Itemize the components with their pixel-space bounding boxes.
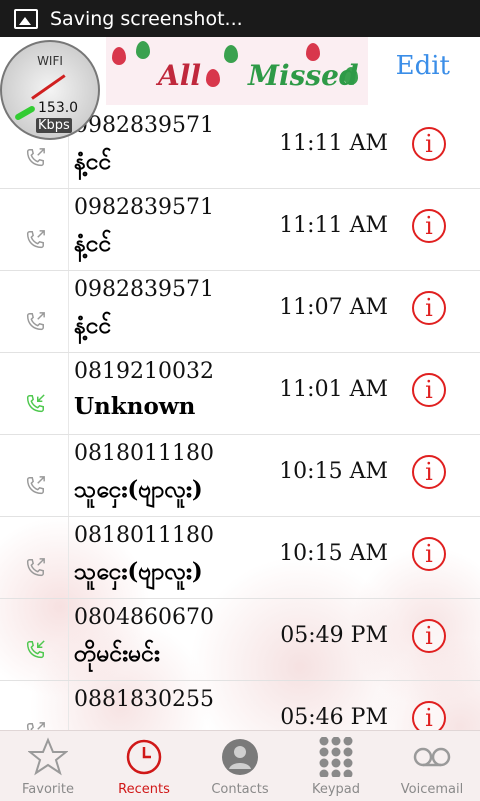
tab-favorite[interactable]: Favorite [0,731,96,801]
tab-contacts[interactable]: Contacts [192,731,288,801]
call-number: 0982839571 [74,277,214,302]
tab-label: Recents [118,782,170,797]
missed-call-icon [24,311,46,333]
incoming-call-icon [24,393,46,415]
banner: All Missed [106,37,368,105]
banner-all-text: All [158,59,201,92]
call-number: 0982839571 [74,113,214,138]
call-name: နံ့ငင် [74,148,112,175]
banner-missed-text: Missed [248,59,359,92]
edit-button[interactable]: Edit [396,51,450,81]
call-name: သူငှေး(ဗျာလူး) [74,476,203,503]
call-time: 11:11 AM [279,131,388,156]
call-time: 11:01 AM [279,377,388,402]
call-row[interactable]: 0982839571 နံ့ငင် 11:07 AM i [0,271,480,353]
missed-call-icon [24,229,46,251]
gauge-needle [31,74,66,100]
keypad-icon [316,736,356,779]
call-row[interactable]: 0818011180 သူငှေး(ဗျာလူး) 10:15 AM i [0,435,480,517]
call-number: 0804860670 [74,605,214,630]
row-divider [68,189,69,270]
status-text: Saving screenshot... [50,7,243,30]
call-row[interactable]: 0819210032 Unknown 11:01 AM i [0,353,480,435]
call-name: Unknown [74,393,196,420]
info-icon[interactable]: i [412,291,446,325]
call-number: 0819210032 [74,359,214,384]
gauge-arc [13,104,37,122]
bottom-tab-bar: Favorite Recents Contacts Keypad Voicema… [0,730,480,801]
speed-value: 153.0 [38,100,79,116]
person-icon [220,737,260,777]
row-divider [68,517,69,598]
call-time: 10:15 AM [279,459,388,484]
call-name: နံ့ငင် [74,230,112,257]
row-divider [68,271,69,352]
info-icon[interactable]: i [412,701,446,730]
call-row[interactable]: 0804860670 တိုမင်းမင်း 05:49 PM i [0,599,480,681]
speed-unit: Kbps [36,118,72,133]
row-divider [68,353,69,434]
info-icon[interactable]: i [412,127,446,161]
call-number: 0818011180 [74,523,214,548]
call-row[interactable]: 0818011180 သူငှေး(ဗျာလူး) 10:15 AM i [0,517,480,599]
row-divider [68,435,69,516]
speed-gauge: WIFI 153.0 Kbps [0,40,100,140]
call-name: တိုမင်းမင်း [74,640,160,667]
tab-recents[interactable]: Recents [96,731,192,801]
call-time: 05:46 PM [280,705,388,730]
call-number: 0982839571 [74,195,214,220]
info-icon[interactable]: i [412,209,446,243]
star-icon [27,737,69,777]
call-time: 05:49 PM [280,623,388,648]
image-icon [14,8,38,29]
call-number: 0881830255 [74,687,214,712]
row-divider [68,599,69,680]
info-icon[interactable]: i [412,455,446,489]
tab-label: Keypad [311,782,361,797]
voicemail-icon [412,737,452,777]
tab-label: Contacts [211,782,269,797]
call-time: 11:11 AM [279,213,388,238]
call-name: နံ့ငင် [74,312,112,339]
call-row[interactable]: 0982839571 နံ့ငင် 11:11 AM i [0,189,480,271]
missed-call-icon [24,147,46,169]
missed-call-icon [24,557,46,579]
tab-keypad[interactable]: Keypad [288,731,384,801]
call-number: 0818011180 [74,441,214,466]
info-icon[interactable]: i [412,619,446,653]
wifi-label: WIFI [37,54,63,68]
recent-calls-list[interactable]: 0982839571 နံ့ငင် 11:11 AM i 0982839571 … [0,107,480,730]
clock-icon [124,737,164,777]
incoming-call-icon [24,639,46,661]
missed-call-icon [24,475,46,497]
info-icon[interactable]: i [412,537,446,571]
call-row[interactable]: 0881830255 05:46 PM i [0,681,480,730]
call-time: 10:15 AM [279,541,388,566]
status-bar: Saving screenshot... [0,0,480,37]
missed-call-icon [24,721,46,730]
tab-label: Voicemail [400,782,464,797]
call-name: သူငှေး(ဗျာလူး) [74,558,203,585]
tab-voicemail[interactable]: Voicemail [384,731,480,801]
tab-label: Favorite [22,782,74,797]
row-divider [68,681,69,730]
call-time: 11:07 AM [279,295,388,320]
info-icon[interactable]: i [412,373,446,407]
